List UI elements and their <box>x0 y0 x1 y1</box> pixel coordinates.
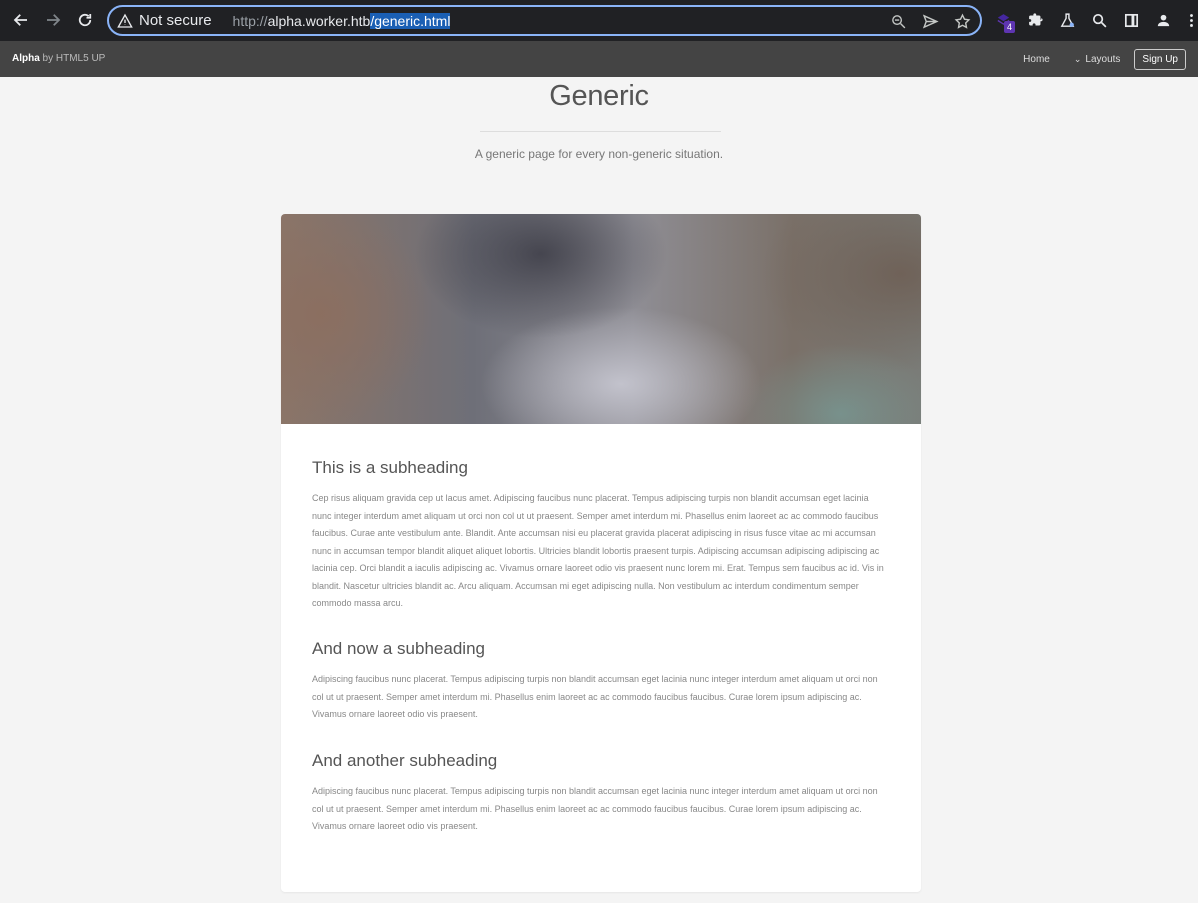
section-body: Adipiscing faucibus nunc placerat. Tempu… <box>312 786 878 831</box>
warning-icon <box>117 13 133 28</box>
address-bar[interactable]: Not secure http://alpha.worker.htb/gener… <box>107 5 982 36</box>
url-text[interactable]: http://alpha.worker.htb/generic.html <box>232 12 451 29</box>
brand-name: Alpha <box>12 53 40 64</box>
brand-suffix: by HTML5 UP <box>39 53 106 64</box>
title-divider <box>480 131 721 132</box>
forward-icon[interactable] <box>37 4 69 36</box>
url-path: /generic.html <box>370 12 451 29</box>
search-icon[interactable] <box>1088 9 1110 31</box>
section-1: This is a subheading Cep risus aliquam g… <box>312 458 890 613</box>
send-icon[interactable] <box>920 11 940 31</box>
page-title: Generic <box>549 80 649 112</box>
content-card: This is a subheading Cep risus aliquam g… <box>281 214 921 892</box>
labs-flask-icon[interactable] <box>1056 9 1078 31</box>
page-subtitle: A generic page for every non-generic sit… <box>474 147 724 161</box>
banner-image <box>281 214 921 424</box>
profile-icon[interactable] <box>1152 9 1174 31</box>
zoom-icon[interactable] <box>888 11 908 31</box>
chevron-down-icon: ⌄ <box>1073 53 1082 64</box>
sign-up-button[interactable]: Sign Up <box>1134 48 1186 70</box>
nav-layouts[interactable]: ⌄ Layouts <box>1074 54 1121 65</box>
nav-home[interactable]: Home <box>1023 54 1050 65</box>
side-panel-icon[interactable] <box>1120 9 1142 31</box>
nav-layouts-label: Layouts <box>1085 53 1121 65</box>
section-heading: And another subheading <box>312 751 498 770</box>
puzzle-icon[interactable] <box>1024 9 1046 31</box>
section-heading: This is a subheading <box>312 458 468 477</box>
section-2: And now a subheading Adipiscing faucibus… <box>312 639 890 724</box>
security-label: Not secure <box>139 12 212 29</box>
url-scheme: http:// <box>232 12 268 29</box>
browser-toolbar: Not secure http://alpha.worker.htb/gener… <box>0 0 1198 41</box>
extension-badge: 4 <box>1004 21 1016 33</box>
url-host: alpha.worker.htb <box>267 12 371 29</box>
more-menu-icon[interactable] <box>1180 9 1198 31</box>
reload-icon[interactable] <box>69 4 101 36</box>
site-nav: Home ⌄ Layouts Sign Up <box>999 41 1186 77</box>
section-body: Cep risus aliquam gravida cep ut lacus a… <box>312 493 884 608</box>
section-body: Adipiscing faucibus nunc placerat. Tempu… <box>312 674 878 719</box>
section-heading: And now a subheading <box>312 639 485 658</box>
back-icon[interactable] <box>5 4 37 36</box>
security-indicator[interactable]: Not secure <box>117 12 212 29</box>
section-3: And another subheading Adipiscing faucib… <box>312 751 890 836</box>
bookmark-star-icon[interactable] <box>952 11 972 31</box>
site-header: Alpha by HTML5 UP Home ⌄ Layouts Sign Up <box>0 41 1198 77</box>
site-brand[interactable]: Alpha by HTML5 UP <box>12 53 105 64</box>
